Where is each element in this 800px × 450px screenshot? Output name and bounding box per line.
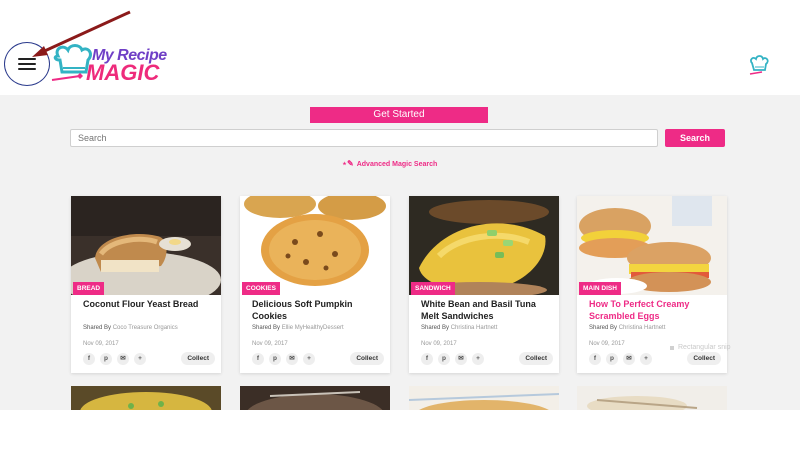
social-share-row: f p ✉ + (252, 353, 315, 365)
recipe-image-cookies[interactable] (240, 196, 390, 295)
email-icon[interactable]: ✉ (286, 353, 298, 365)
main-content: Get Started Search ⋆✎Advanced Magic Sear… (0, 95, 800, 410)
author-link[interactable]: Ellie MyHealthyDessert (282, 325, 344, 331)
shared-by-prefix: Shared By (589, 325, 618, 331)
category-badge: COOKIES (242, 282, 280, 295)
recipe-title[interactable]: White Bean and Basil Tuna Melt Sandwiche… (421, 298, 553, 322)
recipe-date: Nov 09, 2017 (589, 341, 625, 347)
shared-by-prefix: Shared By (421, 325, 450, 331)
shared-by-prefix: Shared By (252, 325, 281, 331)
author-link[interactable]: Coco Treasure Organics (113, 325, 178, 331)
search-button[interactable]: Search (665, 129, 725, 147)
advanced-search-link[interactable]: ⋆✎ Advanced Magic Search (342, 159, 437, 168)
magic-wand-icon: ⋆✎ (342, 159, 354, 168)
email-icon[interactable]: ✉ (623, 353, 635, 365)
author-link[interactable]: Christina Hartnett (451, 325, 498, 331)
category-badge: BREAD (73, 282, 105, 295)
facebook-icon[interactable]: f (421, 353, 433, 365)
search-input[interactable] (70, 129, 658, 147)
recipe-card-partial[interactable] (240, 386, 390, 410)
recipe-card: COOKIES Delicious Soft Pumpkin Cookies S… (240, 196, 390, 373)
category-badge: MAIN DISH (579, 282, 621, 295)
advanced-search-label: Advanced Magic Search (356, 161, 438, 168)
shared-by: Shared By Christina Hartnett (589, 325, 665, 331)
recipe-title[interactable]: How To Perfect Creamy Scrambled Eggs (589, 298, 721, 322)
page-bottom (0, 410, 800, 450)
email-icon[interactable]: ✉ (455, 353, 467, 365)
pinterest-icon[interactable]: p (438, 353, 450, 365)
recipe-image-sandwich[interactable] (409, 196, 559, 295)
plus-icon[interactable]: + (134, 353, 146, 365)
snip-tooltip: Rectangular snip (670, 344, 731, 351)
chef-hat-user-icon[interactable] (748, 54, 770, 76)
facebook-icon[interactable]: f (252, 353, 264, 365)
social-share-row: f p ✉ + (421, 353, 484, 365)
snip-icon (670, 345, 674, 350)
shared-by: Shared By Coco Treasure Organics (83, 325, 178, 331)
shared-by: Shared By Christina Hartnett (421, 325, 497, 331)
pinterest-icon[interactable]: p (606, 353, 618, 365)
author-link[interactable]: Christina Hartnett (619, 325, 666, 331)
site-header: My Recipe MAGIC (0, 0, 800, 95)
collect-button[interactable]: Collect (181, 352, 215, 365)
social-share-row: f p ✉ + (589, 353, 652, 365)
snip-tooltip-text: Rectangular snip (678, 344, 731, 351)
recipe-date: Nov 09, 2017 (421, 341, 457, 347)
recipe-card-partial[interactable] (409, 386, 559, 410)
facebook-icon[interactable]: f (589, 353, 601, 365)
logo-text-line2: MAGIC (86, 60, 160, 85)
plus-icon[interactable]: + (640, 353, 652, 365)
plus-icon[interactable]: + (303, 353, 315, 365)
collect-button[interactable]: Collect (687, 352, 721, 365)
recipe-card-partial[interactable] (577, 386, 727, 410)
collect-button[interactable]: Collect (350, 352, 384, 365)
recipe-title[interactable]: Coconut Flour Yeast Bread (83, 298, 215, 310)
social-share-row: f p ✉ + (83, 353, 146, 365)
recipe-image-bread[interactable] (71, 196, 221, 295)
collect-button[interactable]: Collect (519, 352, 553, 365)
email-icon[interactable]: ✉ (117, 353, 129, 365)
recipe-date: Nov 09, 2017 (83, 341, 119, 347)
recipe-image-eggs[interactable] (577, 196, 727, 295)
recipe-date: Nov 09, 2017 (252, 341, 288, 347)
plus-icon[interactable]: + (472, 353, 484, 365)
category-badge: SANDWICH (411, 282, 455, 295)
pinterest-icon[interactable]: p (269, 353, 281, 365)
recipe-card: BREAD Coconut Flour Yeast Bread Shared B… (71, 196, 221, 373)
pinterest-icon[interactable]: p (100, 353, 112, 365)
shared-by: Shared By Ellie MyHealthyDessert (252, 325, 344, 331)
recipe-title[interactable]: Delicious Soft Pumpkin Cookies (252, 298, 384, 322)
recipe-card-partial[interactable] (71, 386, 221, 410)
recipe-card: SANDWICH White Bean and Basil Tuna Melt … (409, 196, 559, 373)
shared-by-prefix: Shared By (83, 325, 112, 331)
facebook-icon[interactable]: f (83, 353, 95, 365)
get-started-button[interactable]: Get Started (310, 107, 488, 123)
